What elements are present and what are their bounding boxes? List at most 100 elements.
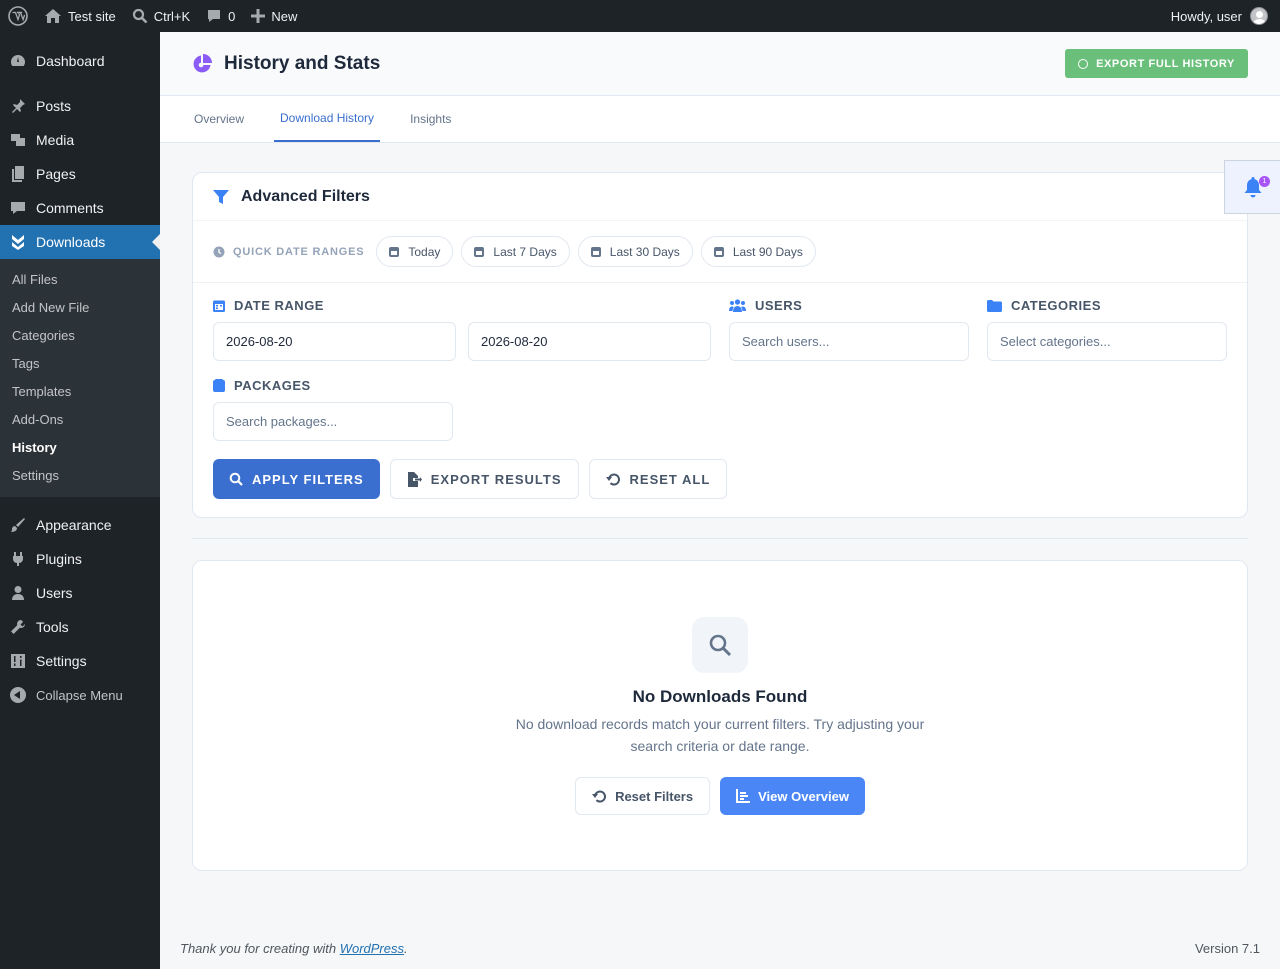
- tab-insights[interactable]: Insights: [404, 96, 457, 142]
- packages-label: PACKAGES: [213, 378, 1227, 393]
- empty-state-message: No download records match your current f…: [515, 716, 925, 754]
- collapse-menu-label: Collapse Menu: [36, 687, 123, 703]
- quick-range-last-90-days[interactable]: Last 90 Days: [700, 236, 816, 267]
- reset-all-label: RESET ALL: [629, 471, 711, 487]
- quick-range-last-7-days[interactable]: Last 7 Days: [461, 236, 570, 267]
- quick-range-today[interactable]: Today: [376, 236, 454, 267]
- clock-icon: [213, 246, 225, 257]
- quick-range-last-30-days[interactable]: Last 30 Days: [577, 236, 693, 267]
- search-icon: [229, 472, 243, 486]
- dashboard-icon: [10, 53, 26, 69]
- submenu-tags[interactable]: Tags: [0, 350, 160, 378]
- quick-range-label: Last 90 Days: [732, 244, 803, 259]
- admin-sidebar: Dashboard Posts Media Pages Comments Dow…: [0, 32, 160, 969]
- submenu-all-files[interactable]: All Files: [0, 266, 160, 294]
- packages-search-input[interactable]: Search packages...: [213, 402, 453, 441]
- menu-item-settings[interactable]: Settings: [0, 644, 160, 678]
- comment-icon: [208, 10, 221, 22]
- comments-link[interactable]: 0: [198, 0, 243, 32]
- submenu-categories[interactable]: Categories: [0, 322, 160, 350]
- folder-icon: [987, 299, 1002, 312]
- menu-item-users[interactable]: Users: [0, 576, 160, 610]
- categories-group: CATEGORIES Select categories...: [987, 298, 1227, 361]
- date-from-input[interactable]: 2026-08-20: [213, 322, 456, 361]
- export-results-button[interactable]: EXPORT RESULTS: [389, 459, 579, 499]
- date-to-input[interactable]: 2026-08-20: [468, 322, 711, 361]
- menu-item-dashboard[interactable]: Dashboard: [0, 44, 160, 78]
- reset-all-button[interactable]: RESET ALL: [588, 459, 728, 499]
- notification-bell-button[interactable]: 1: [1224, 160, 1280, 214]
- comments-count: 0: [228, 8, 236, 24]
- export-full-history-label: EXPORT FULL HISTORY: [1096, 57, 1235, 70]
- section-divider: [192, 538, 1248, 539]
- empty-state-actions: Reset Filters View Overview: [570, 777, 870, 815]
- packages-group: PACKAGES Search packages...: [213, 378, 1227, 441]
- main-content: History and Stats EXPORT FULL HISTORY Ov…: [160, 32, 1280, 969]
- account-menu[interactable]: Howdy, user: [1171, 7, 1280, 25]
- wordpress-logo-icon[interactable]: [0, 0, 36, 32]
- submenu-history[interactable]: History: [0, 434, 160, 462]
- search-shortcut-label: Ctrl+K: [153, 8, 191, 24]
- quick-ranges-label: QUICK DATE RANGES: [233, 245, 365, 258]
- menu-item-tools[interactable]: Tools: [0, 610, 160, 644]
- menu-label-dashboard: Dashboard: [36, 53, 105, 69]
- plugin-icon: [10, 551, 26, 567]
- apply-filters-button[interactable]: APPLY FILTERS: [213, 459, 380, 499]
- page-header: History and Stats EXPORT FULL HISTORY: [160, 32, 1280, 96]
- collapse-icon: [10, 687, 26, 703]
- download-circle-icon: [1078, 58, 1089, 69]
- empty-search-icon: [692, 617, 748, 673]
- reset-filters-button[interactable]: Reset Filters: [575, 777, 711, 815]
- wrench-icon: [10, 619, 26, 635]
- view-overview-button[interactable]: View Overview: [720, 777, 865, 815]
- calendar-icon: [713, 246, 724, 257]
- new-label: New: [271, 8, 298, 24]
- submenu-templates[interactable]: Templates: [0, 378, 160, 406]
- menu-label-downloads: Downloads: [36, 234, 106, 250]
- reset-filters-label: Reset Filters: [615, 788, 694, 804]
- tab-overview[interactable]: Overview: [188, 96, 250, 142]
- menu-label-appearance: Appearance: [36, 517, 112, 533]
- export-full-history-button[interactable]: EXPORT FULL HISTORY: [1065, 49, 1248, 78]
- categories-label: CATEGORIES: [987, 298, 1227, 313]
- advanced-filters-card: Advanced Filters QUICK DATE RANGES Today…: [192, 172, 1248, 518]
- menu-label-tools: Tools: [36, 619, 69, 635]
- users-icon: [729, 299, 746, 312]
- calendar-icon: [590, 246, 601, 257]
- collapse-menu-button[interactable]: Collapse Menu: [0, 678, 160, 712]
- menu-item-comments[interactable]: Comments: [0, 191, 160, 225]
- site-name-link[interactable]: Test site: [36, 0, 124, 32]
- menu-item-pages[interactable]: Pages: [0, 157, 160, 191]
- brush-icon: [10, 517, 26, 533]
- downloads-submenu: All Files Add New File Categories Tags T…: [0, 259, 160, 497]
- submenu-add-ons[interactable]: Add-Ons: [0, 406, 160, 434]
- users-search-input[interactable]: Search users...: [729, 322, 969, 361]
- menu-label-comments: Comments: [36, 200, 104, 216]
- wordpress-link[interactable]: WordPress: [340, 941, 404, 956]
- footer-thanks: Thank you for creating with WordPress.: [180, 941, 408, 956]
- submenu-add-new-file[interactable]: Add New File: [0, 294, 160, 322]
- menu-item-appearance[interactable]: Appearance: [0, 508, 160, 542]
- calendar-icon: [389, 246, 400, 257]
- footer-thanks-suffix: .: [404, 941, 408, 956]
- pin-icon: [10, 98, 26, 114]
- date-range-label-text: DATE RANGE: [234, 298, 324, 313]
- users-group: USERS Search users...: [729, 298, 969, 361]
- package-icon: [213, 379, 225, 392]
- menu-item-downloads[interactable]: Downloads: [0, 225, 160, 259]
- apply-filters-label: APPLY FILTERS: [252, 471, 364, 487]
- filters-header: Advanced Filters: [193, 173, 1247, 221]
- categories-select[interactable]: Select categories...: [987, 322, 1227, 361]
- new-content-link[interactable]: New: [243, 0, 305, 32]
- menu-item-media[interactable]: Media: [0, 123, 160, 157]
- menu-item-plugins[interactable]: Plugins: [0, 542, 160, 576]
- menu-item-posts[interactable]: Posts: [0, 89, 160, 123]
- reset-icon: [605, 473, 620, 486]
- filters-title: Advanced Filters: [241, 187, 370, 205]
- menu-label-settings: Settings: [36, 653, 87, 669]
- command-search-link[interactable]: Ctrl+K: [124, 0, 198, 32]
- reset-icon: [592, 790, 607, 803]
- site-name-label: Test site: [68, 8, 116, 24]
- tab-download-history[interactable]: Download History: [274, 96, 381, 142]
- submenu-settings[interactable]: Settings: [0, 462, 160, 490]
